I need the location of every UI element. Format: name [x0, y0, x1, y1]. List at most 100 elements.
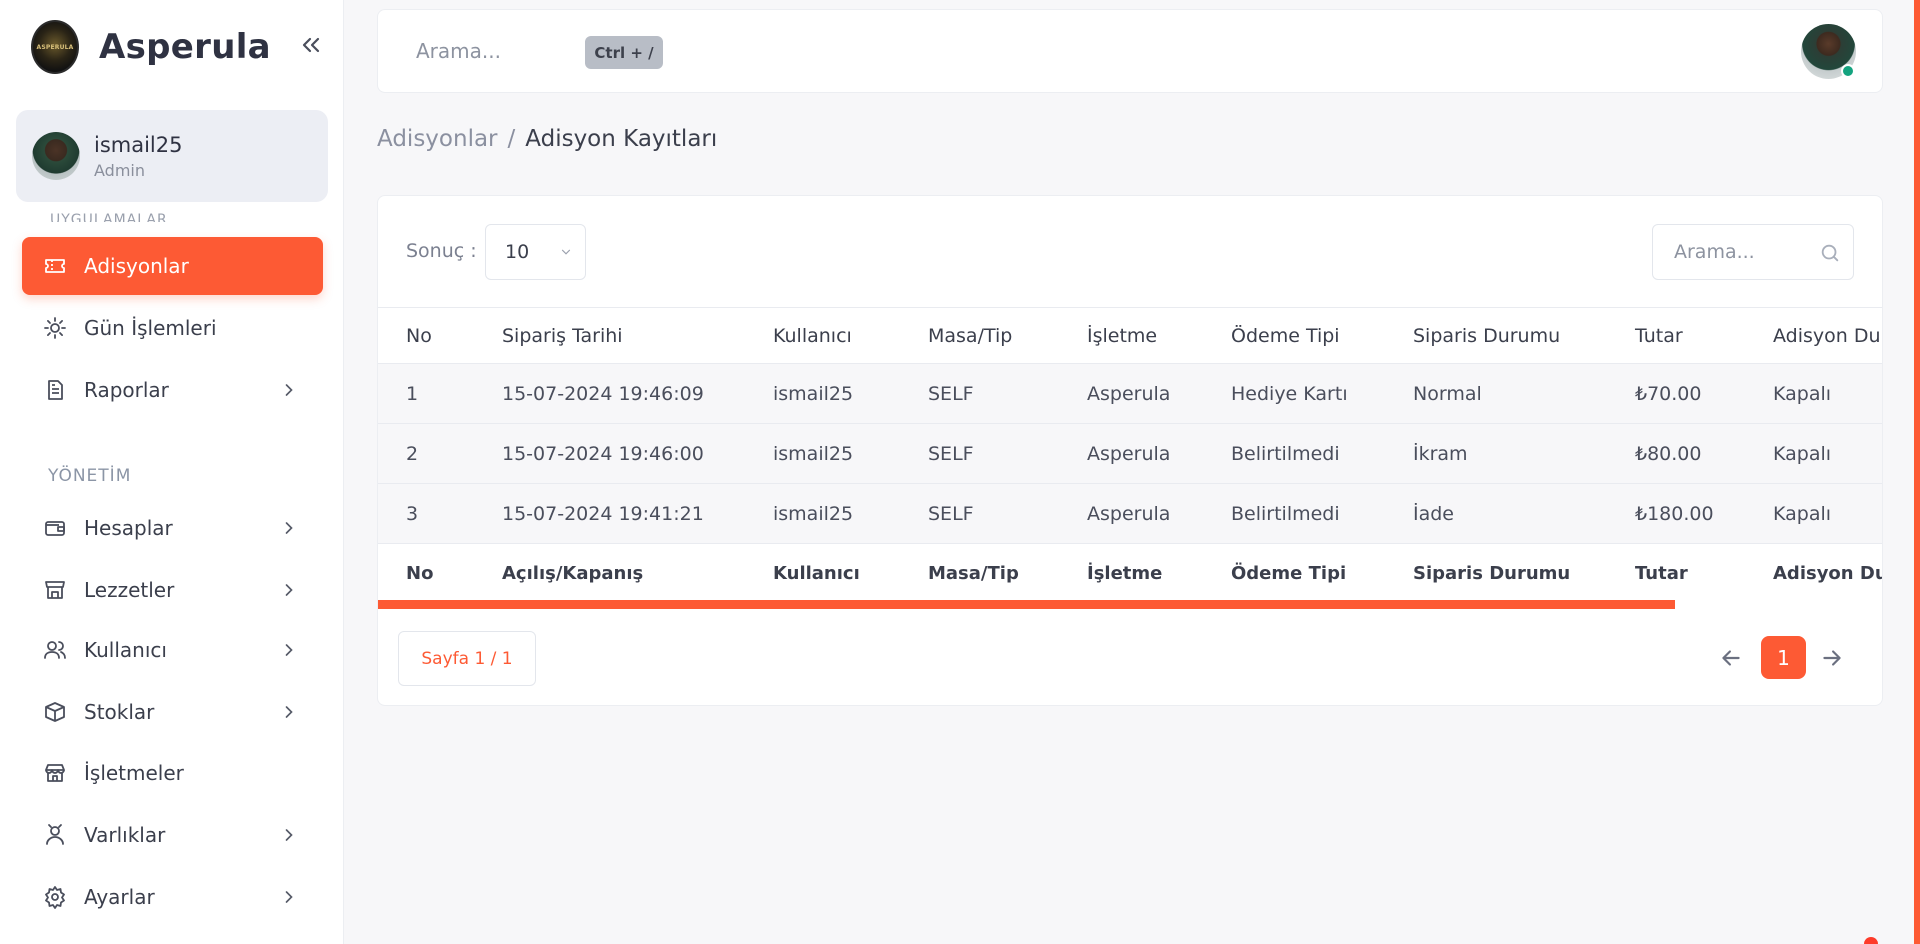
- box-icon: [42, 699, 68, 725]
- users-icon: [42, 637, 68, 663]
- table-cell: Kapalı: [1773, 382, 1832, 405]
- chevron-right-icon: [285, 584, 293, 596]
- table-cell: 3: [406, 502, 419, 525]
- column-header[interactable]: İşletme: [1087, 308, 1157, 363]
- table-cell: 15-07-2024 19:41:21: [502, 502, 704, 525]
- table-cell: 1: [406, 382, 419, 405]
- table-cell: SELF: [928, 382, 974, 405]
- table-cell: Hediye Kartı: [1231, 382, 1348, 405]
- sidebar-item-label: Varlıklar: [84, 823, 166, 847]
- user-name: ismail25: [94, 132, 183, 157]
- sidebar-item-label: Hesaplar: [84, 516, 173, 540]
- column-header[interactable]: Masa/Tip: [928, 308, 1012, 363]
- page-button-current[interactable]: 1: [1761, 636, 1806, 679]
- report-icon: [42, 377, 68, 403]
- brand[interactable]: ASPERULA Asperula: [31, 20, 271, 74]
- arrow-left-icon[interactable]: [1718, 645, 1744, 671]
- orders-table: No Sipariş Tarihi Kullanıcı Masa/Tip İşl…: [378, 307, 1883, 603]
- table-cell: ismail25: [773, 502, 854, 525]
- table-row[interactable]: 1 15-07-2024 19:46:09 ismail25 SELF Aspe…: [378, 363, 1882, 423]
- table-cell: Asperula: [1087, 442, 1171, 465]
- table-row[interactable]: 3 15-07-2024 19:41:21 ismail25 SELF Aspe…: [378, 483, 1882, 543]
- table-header-row: No Sipariş Tarihi Kullanıcı Masa/Tip İşl…: [378, 307, 1882, 363]
- page-size-select[interactable]: 10: [485, 224, 586, 280]
- column-header[interactable]: Sipariş Tarihi: [502, 308, 623, 363]
- column-header[interactable]: Tutar: [1635, 308, 1683, 363]
- chevron-right-icon: [285, 706, 293, 718]
- table-footer-row: No Açılış/Kapanış Kullanıcı Masa/Tip İşl…: [378, 543, 1883, 603]
- sidebar-item-isletmeler[interactable]: İşletmeler: [22, 744, 323, 802]
- column-header[interactable]: Kullanıcı: [773, 308, 852, 363]
- horizontal-scrollbar[interactable]: [378, 600, 1675, 609]
- chevron-right-icon: [285, 829, 293, 841]
- page-scrollbar[interactable]: [1914, 0, 1920, 944]
- avatar: [32, 132, 80, 180]
- sidebar-item-label: Raporlar: [84, 378, 169, 402]
- ticket-icon: [42, 253, 68, 279]
- breadcrumb-current: Adisyon Kayıtları: [525, 126, 718, 152]
- user-assets-icon: [42, 822, 68, 848]
- table-cell: Normal: [1413, 382, 1482, 405]
- table-cell: Asperula: [1087, 502, 1171, 525]
- sidebar-item-label: Lezzetler: [84, 578, 175, 602]
- sidebar-item-varliklar[interactable]: Varlıklar: [22, 806, 323, 864]
- sidebar-item-label: Gün İşlemleri: [84, 316, 217, 340]
- table-cell: Kapalı: [1773, 502, 1832, 525]
- table-cell: ₺80.00: [1635, 442, 1702, 465]
- column-header[interactable]: Siparis Durumu: [1413, 308, 1560, 363]
- table-cell: 15-07-2024 19:46:00: [502, 442, 704, 465]
- gear-icon: [42, 884, 68, 910]
- column-header[interactable]: Ödeme Tipi: [1231, 308, 1340, 363]
- page-size-value: 10: [505, 241, 530, 263]
- sidebar-item-gun-islemleri[interactable]: Gün İşlemleri: [22, 299, 323, 357]
- online-status-dot: [1841, 64, 1855, 78]
- sidebar-item-stoklar[interactable]: Stoklar: [22, 683, 323, 741]
- sidebar-item-ayarlar[interactable]: Ayarlar: [22, 868, 323, 926]
- sidebar-item-raporlar[interactable]: Raporlar: [22, 361, 323, 419]
- sidebar: ASPERULA Asperula ismail25 Admin UYGULAM…: [0, 0, 344, 944]
- breadcrumb-parent[interactable]: Adisyonlar: [377, 126, 498, 152]
- shop-icon: [42, 760, 68, 786]
- sidebar-item-adisyonlar[interactable]: Adisyonlar: [22, 237, 323, 295]
- sidebar-item-label: Kullanıcı: [84, 638, 167, 662]
- table-cell: 15-07-2024 19:46:09: [502, 382, 704, 405]
- table-row[interactable]: 2 15-07-2024 19:46:00 ismail25 SELF Aspe…: [378, 423, 1882, 483]
- table-cell: İkram: [1413, 442, 1468, 465]
- sidebar-item-kullanici[interactable]: Kullanıcı: [22, 621, 323, 679]
- table-cell: SELF: [928, 502, 974, 525]
- column-header[interactable]: No: [406, 308, 432, 363]
- footer-header: No: [406, 563, 434, 584]
- footer-header: Ödeme Tipi: [1231, 563, 1347, 584]
- page-info: Sayfa 1 / 1: [398, 631, 536, 686]
- sidebar-item-lezzetler[interactable]: Lezzetler: [22, 561, 323, 619]
- global-search-input[interactable]: Arama...: [416, 39, 501, 63]
- sun-gear-icon: [42, 315, 68, 341]
- table-search-input[interactable]: Arama...: [1652, 224, 1854, 280]
- brand-name: Asperula: [99, 27, 271, 67]
- table-search-placeholder: Arama...: [1674, 241, 1755, 263]
- footer-header: Kullanıcı: [773, 563, 860, 584]
- user-card[interactable]: ismail25 Admin: [16, 110, 328, 202]
- chevron-down-icon: [561, 249, 571, 255]
- table-cell: Belirtilmedi: [1231, 442, 1340, 465]
- wallet-icon: [42, 515, 68, 541]
- breadcrumb: Adisyonlar / Adisyon Kayıtları: [377, 126, 717, 152]
- collapse-sidebar-icon[interactable]: [296, 30, 326, 60]
- footer-header: Adisyon Du: [1773, 563, 1883, 584]
- user-role: Admin: [94, 160, 145, 180]
- breadcrumb-separator: /: [507, 126, 516, 152]
- arrow-right-icon[interactable]: [1819, 645, 1845, 671]
- column-header[interactable]: Adisyon Du: [1773, 308, 1881, 363]
- table-cell: ₺180.00: [1635, 502, 1714, 525]
- chevron-right-icon: [285, 891, 293, 903]
- chevron-right-icon: [285, 522, 293, 534]
- footer-header: Siparis Durumu: [1413, 563, 1571, 584]
- sidebar-item-label: Ayarlar: [84, 885, 155, 909]
- sidebar-item-hesaplar[interactable]: Hesaplar: [22, 499, 323, 557]
- table-cell: SELF: [928, 442, 974, 465]
- table-cell: 2: [406, 442, 419, 465]
- search-shortcut-badge: Ctrl + /: [585, 36, 663, 69]
- footer-header: Masa/Tip: [928, 563, 1019, 584]
- search-icon[interactable]: [1819, 242, 1841, 264]
- orders-card: Sonuç : 10 Arama... No Sipariş Tarihi Ku…: [377, 195, 1883, 706]
